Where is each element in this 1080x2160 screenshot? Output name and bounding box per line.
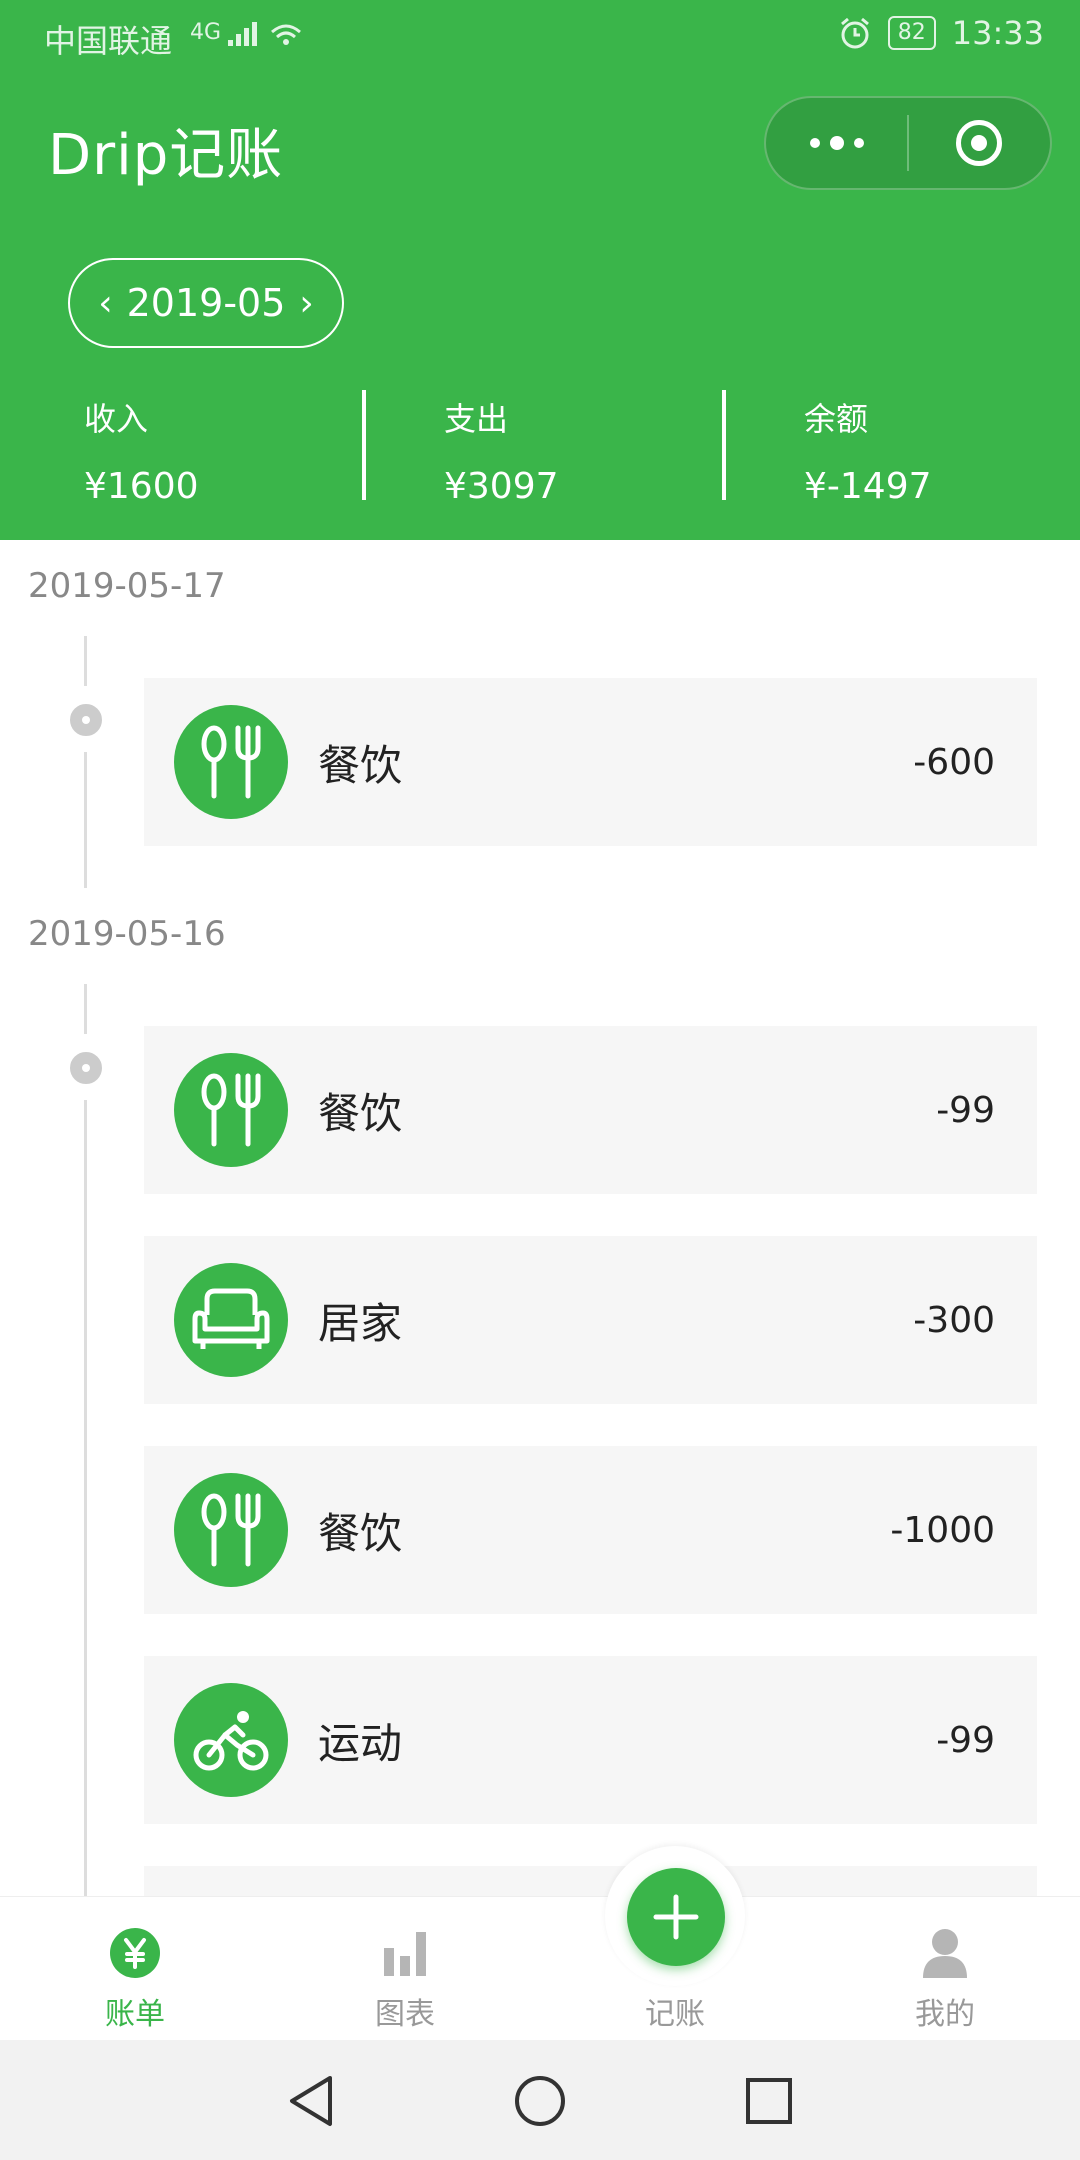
clock: 13:33 (951, 14, 1044, 52)
month-summary: 收入 ¥1600 支出 ¥3097 余额 ¥-1497 (0, 390, 1080, 510)
miniprogram-capsule (764, 96, 1052, 190)
summary-value: ¥1600 (84, 466, 199, 507)
bill-item-partial[interactable] (144, 1866, 1037, 1896)
tab-label: 记账 (645, 1997, 705, 2032)
timeline-line (84, 636, 87, 686)
recents-icon[interactable] (744, 2074, 794, 2128)
amount: -99 (936, 1719, 995, 1761)
tab-label: 图表 (375, 1997, 435, 2032)
utensils-icon (174, 705, 288, 819)
date-header: 2019-05-16 (28, 914, 226, 954)
target-icon (956, 120, 1003, 166)
header: 中国联通 4G 82 13:33 Drip记账 ‹ 2019-05 › 收入 ¥… (0, 0, 1080, 540)
system-nav-bar (0, 2040, 1080, 2160)
tab-bills[interactable]: 账单 (0, 1897, 270, 2041)
utensils-icon (174, 1053, 288, 1167)
month-label: 2019-05 (126, 281, 286, 325)
more-button[interactable] (766, 98, 907, 188)
network-type: 4G (190, 18, 308, 48)
category-label: 餐饮 (318, 740, 403, 790)
amount: -600 (913, 741, 995, 783)
bill-item[interactable]: 餐饮 -1000 (144, 1446, 1037, 1614)
category-label: 餐饮 (318, 1088, 403, 1138)
timeline-node (70, 704, 102, 736)
utensils-icon (174, 1473, 288, 1587)
battery-icon: 82 (887, 16, 936, 50)
amount: -300 (913, 1299, 995, 1341)
timeline-line (84, 984, 87, 1034)
app-title: Drip记账 (48, 123, 284, 188)
tab-charts[interactable]: 图表 (270, 1897, 540, 2041)
bar-chart-icon (382, 1927, 428, 1979)
summary-income: 收入 ¥1600 (0, 390, 360, 510)
category-label: 运动 (318, 1718, 403, 1768)
cyclist-icon (174, 1683, 288, 1797)
amount: -1000 (890, 1509, 995, 1551)
tab-mine[interactable]: 我的 (810, 1897, 1080, 2041)
alarm-icon (840, 17, 869, 49)
category-label: 居家 (318, 1298, 403, 1348)
tab-label: 我的 (915, 1997, 975, 2032)
summary-label: 收入 (84, 400, 149, 438)
yuan-icon (109, 1927, 161, 1979)
timeline-line (84, 752, 87, 888)
plus-icon (653, 1894, 699, 1940)
status-bar: 中国联通 4G 82 13:33 (0, 0, 1080, 72)
date-header: 2019-05-17 (28, 566, 226, 606)
amount: -99 (936, 1089, 995, 1131)
sofa-icon (174, 1263, 288, 1377)
chevron-right-icon[interactable]: › (299, 283, 313, 324)
back-icon[interactable] (286, 2074, 336, 2128)
bill-item[interactable]: 餐饮 -600 (144, 678, 1037, 846)
tab-bar: 账单 图表 记账 我的 (0, 1896, 1080, 2041)
tab-label: 账单 (105, 1997, 165, 2032)
summary-label: 支出 (444, 400, 509, 438)
timeline-node (70, 1052, 102, 1084)
add-record-button[interactable] (627, 1868, 725, 1966)
category-label: 餐饮 (318, 1508, 403, 1558)
bill-item[interactable]: 餐饮 -99 (144, 1026, 1037, 1194)
bill-item[interactable]: 居家 -300 (144, 1236, 1037, 1404)
summary-expense: 支出 ¥3097 (360, 390, 720, 510)
home-icon[interactable] (513, 2074, 567, 2128)
more-dots-icon (809, 136, 864, 150)
status-right: 82 13:33 (838, 14, 1044, 52)
summary-value: ¥3097 (444, 466, 559, 507)
summary-balance: 余额 ¥-1497 (720, 390, 1080, 510)
chevron-left-icon[interactable]: ‹ (98, 283, 112, 324)
network-label: 4G (190, 20, 222, 45)
close-miniprogram-button[interactable] (909, 98, 1050, 188)
summary-label: 余额 (804, 400, 869, 438)
month-selector[interactable]: ‹ 2019-05 › (68, 258, 344, 348)
bill-item[interactable]: 运动 -99 (144, 1656, 1037, 1824)
carrier-label: 中国联通 (44, 22, 173, 60)
signal-icon (228, 22, 302, 46)
person-icon (921, 1927, 969, 1979)
timeline-line (84, 1100, 87, 1896)
summary-value: ¥-1497 (804, 466, 932, 507)
